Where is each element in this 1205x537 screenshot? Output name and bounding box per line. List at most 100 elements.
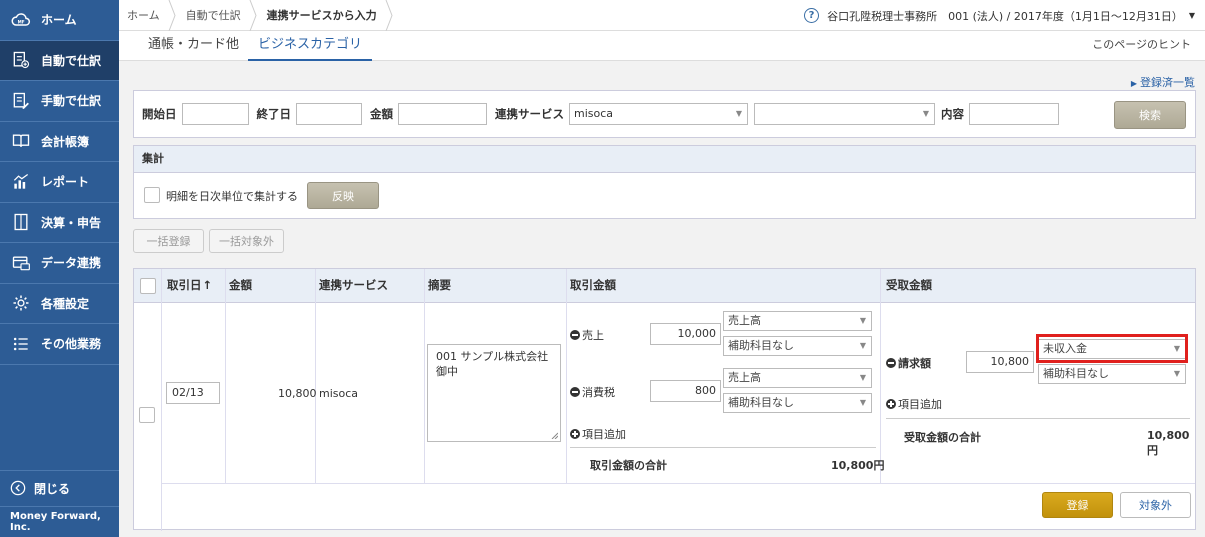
sidebar-item-label: その他業務 [41,337,102,352]
start-date-label: 開始日 [142,107,177,121]
sidebar-item-report[interactable]: レポート [0,162,119,203]
sidebar-item-label: 手動で仕訳 [41,94,102,109]
top-bar: ホーム 自動で仕訳 連携サービスから入力 ? 谷口孔陞税理士事務所 001 (法… [119,0,1205,31]
sidebar-item-label: 自動で仕訳 [41,53,102,68]
search-button[interactable]: 検索 [1114,101,1186,129]
content-input[interactable] [969,103,1059,125]
column-service: 連携サービス [319,278,388,292]
sidebar-item-manual-journal[interactable]: 手動で仕訳 [0,81,119,122]
column-divider [566,269,567,484]
page-hint-link[interactable]: このページのヒント [1092,31,1191,61]
sort-up-arrow-icon: ↑ [202,278,213,292]
tax-subaccount-select[interactable]: 補助科目なし ▼ [723,393,872,413]
column-divider [315,269,316,484]
content-label: 内容 [941,107,964,121]
tax-account-select[interactable]: 売上高 ▼ [723,368,872,388]
service-select[interactable]: misoca ▼ [569,103,748,125]
transaction-total-label: 取引金額の合計 [590,459,667,472]
resize-handle-icon[interactable] [551,432,558,439]
plus-circle-icon [886,399,896,409]
breadcrumb-auto-journal[interactable]: 自動で仕訳 [178,7,249,23]
list-icon [10,333,32,355]
received-add-item-link[interactable]: 項目追加 [886,396,942,412]
row-checkbox[interactable] [139,407,155,423]
registered-list-link[interactable]: ▶ 登録済一覧 [1131,74,1195,90]
received-total-value: 10,800円 [1147,429,1190,457]
column-received-amount: 受取金額 [886,278,932,292]
sidebar-item-label: レポート [41,175,90,190]
sidebar-item-auto-journal[interactable]: 自動で仕訳 [0,40,119,81]
column-date-label: 取引日 [167,278,202,292]
end-date-input[interactable] [296,103,362,125]
office-selector[interactable]: ? 谷口孔陞税理士事務所 001 (法人) / 2017年度（1月1日〜12月3… [804,0,1195,31]
apply-button[interactable]: 反映 [307,182,379,209]
triangle-right-icon: ▶ [1130,79,1137,88]
sub-service-select[interactable]: ▼ [754,103,935,125]
breadcrumb-home[interactable]: ホーム [119,7,168,23]
sidebar-item-settings[interactable]: 各種設定 [0,284,119,324]
company-footer: Money Forward, Inc. [0,506,119,537]
row-service: misoca [319,387,359,400]
sidebar-item-books[interactable]: 会計帳簿 [0,122,119,162]
register-button[interactable]: 登録 [1042,492,1113,518]
memo-line: 御中 [436,365,458,378]
date-input[interactable]: 02/13 [166,382,220,404]
sidebar-item-label: 決算・申告 [41,215,102,230]
sales-subaccount-select[interactable]: 補助科目なし ▼ [723,336,872,356]
exclude-button[interactable]: 対象外 [1120,492,1191,518]
tax-row-label: 消費税 [570,384,615,400]
amount-label: 金額 [370,107,393,121]
help-icon[interactable]: ? [804,8,820,23]
svg-text:MF: MF [18,19,25,24]
add-item-link[interactable]: 項目追加 [570,426,626,442]
amount-input[interactable] [398,103,487,125]
transactions-table: 取引日↑ 金額 連携サービス 摘要 取引金額 受取金額 02/13 10,800… [133,268,1196,531]
sales-account-select[interactable]: 売上高 ▼ [723,311,872,331]
row-amount: 10,800 [278,387,317,400]
tab-business-category[interactable]: ビジネスカテゴリ [248,31,373,61]
bulk-register-button[interactable]: 一括登録 [133,229,204,253]
column-date[interactable]: 取引日↑ [167,269,212,303]
sidebar-close-button[interactable]: 閉じる [0,470,119,506]
minus-circle-icon[interactable] [570,387,580,397]
sales-label: 売上 [582,329,604,342]
highlight-box [1036,334,1188,363]
breadcrumb-separator-icon [249,0,259,31]
minus-circle-icon[interactable] [886,358,896,368]
sidebar-item-home[interactable]: MF ホーム [0,0,119,41]
column-memo: 摘要 [428,278,451,292]
bulk-exclude-button[interactable]: 一括対象外 [209,229,284,253]
sidebar-item-other[interactable]: その他業務 [0,324,119,365]
tab-bank-card[interactable]: 通帳・カード他 [148,31,239,61]
sidebar-item-label: データ連携 [41,256,102,271]
sales-subaccount-value: 補助科目なし [728,339,794,352]
chevron-down-icon: ▼ [859,398,866,407]
invoice-amount-input[interactable]: 10,800 [966,351,1034,373]
breadcrumb: ホーム 自動で仕訳 連携サービスから入力 [119,0,395,31]
column-divider [880,269,881,484]
sidebar-item-label: 各種設定 [41,296,90,311]
minus-circle-icon[interactable] [570,330,580,340]
summary-panel: 集計 明細を日次単位で集計する 反映 [133,145,1196,219]
sales-amount-input[interactable]: 10,000 [650,323,721,345]
memo-line: 001 サンプル株式会社 [436,350,549,363]
sidebar-item-settlement[interactable]: 決算・申告 [0,203,119,243]
sidebar-item-label: 会計帳簿 [41,134,90,149]
daily-summary-checkbox[interactable] [144,187,160,203]
breadcrumb-separator-icon [168,0,178,31]
book-icon [10,130,32,152]
received-total-divider [886,418,1190,419]
sales-account-value: 売上高 [728,314,761,327]
start-date-input[interactable] [181,103,249,125]
chevron-left-circle-icon [10,480,28,498]
tax-amount-input[interactable]: 800 [650,380,721,402]
filter-panel: 開始日 終了日 金額 連携サービス misoca ▼ ▼ 内容 検索 [133,90,1196,138]
select-all-checkbox[interactable] [140,278,156,294]
memo-textarea[interactable]: 001 サンプル株式会社 御中 [427,344,561,442]
received-subaccount-select[interactable]: 補助科目なし ▼ [1038,364,1186,384]
chevron-down-icon: ▼ [922,109,929,118]
tax-account-value: 売上高 [728,371,761,384]
chevron-down-icon: ▼ [859,341,866,350]
sidebar-item-data-link[interactable]: データ連携 [0,243,119,284]
tab-bar: 通帳・カード他 ビジネスカテゴリ このページのヒント [119,31,1205,61]
